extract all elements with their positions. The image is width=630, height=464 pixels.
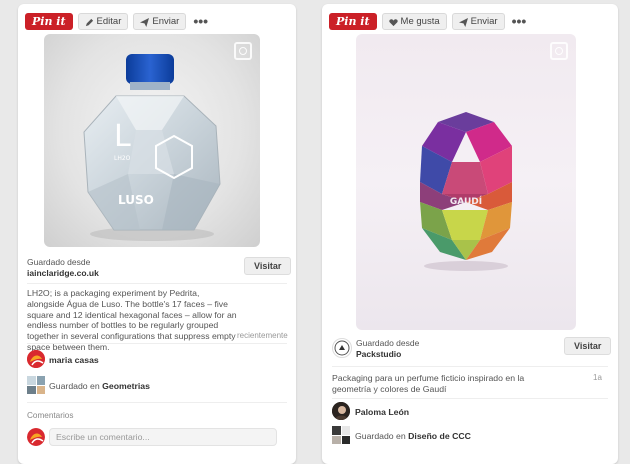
water-bottle-image: L LH2O LUSO: [83, 54, 221, 241]
pin-timestamp: 1a: [593, 373, 602, 382]
visit-button[interactable]: Visitar: [564, 337, 612, 355]
saved-in-board: Guardado en Geometrias: [49, 381, 150, 391]
pin-timestamp: recientemente: [237, 331, 288, 340]
user-name-link[interactable]: Paloma León: [355, 407, 409, 417]
pin-toolbar: Pin it Me gusta Enviar •••: [329, 11, 526, 31]
comment-input[interactable]: [49, 428, 277, 446]
send-button[interactable]: Enviar: [133, 12, 187, 30]
box-brand-text: GAUDÍ: [450, 195, 483, 207]
bottle-logo-text: L: [114, 119, 131, 154]
visit-button[interactable]: Visitar: [244, 257, 292, 275]
divider: [27, 402, 287, 403]
edit-button-label: Editar: [96, 15, 122, 27]
avatar[interactable]: [27, 350, 45, 368]
like-button[interactable]: Me gusta: [381, 12, 447, 30]
source-domain-link[interactable]: Packstudio: [356, 349, 419, 360]
board-name-link[interactable]: Geometrias: [102, 381, 150, 391]
send-button-label: Enviar: [470, 15, 498, 27]
pin-it-button[interactable]: Pin it: [329, 12, 377, 30]
comments-label: Comentarios: [27, 411, 74, 420]
source-domain-link[interactable]: iainclaridge.co.uk: [27, 268, 99, 279]
divider: [27, 283, 287, 284]
bottle-small-text: LH2O: [114, 155, 131, 162]
divider: [332, 398, 608, 399]
pin-toolbar: Pin it Editar Enviar •••: [25, 11, 208, 31]
avatar: [27, 428, 45, 446]
pin-card-1: Pin it Editar Enviar ••• L LH2O LUSO Gua…: [18, 4, 296, 464]
more-options-icon[interactable]: •••: [512, 14, 527, 28]
pencil-icon: [85, 17, 94, 26]
source-info: Guardado desde Packstudio: [356, 338, 419, 360]
bottle-brand-text: LUSO: [118, 193, 154, 207]
more-options-icon[interactable]: •••: [193, 14, 208, 28]
send-button-label: Enviar: [152, 15, 180, 27]
zoom-icon[interactable]: [550, 42, 568, 60]
send-icon: [140, 17, 150, 27]
divider: [27, 343, 287, 344]
pin-image[interactable]: GAUDÍ: [356, 34, 576, 330]
saved-from-label: Guardado desde: [356, 338, 420, 348]
edit-button[interactable]: Editar: [77, 12, 129, 30]
pin-card-2: Pin it Me gusta Enviar ••• GAUDÍ Guardad…: [322, 4, 618, 464]
source-info: Guardado desde iainclaridge.co.uk: [27, 257, 99, 279]
saved-in-board: Guardado en Diseño de CCC: [355, 431, 471, 441]
pin-it-button[interactable]: Pin it: [25, 12, 73, 30]
saved-from-label: Guardado desde: [27, 257, 91, 267]
board-thumbnail[interactable]: [27, 376, 45, 394]
avatar[interactable]: [332, 402, 350, 420]
board-name-link[interactable]: Diseño de CCC: [408, 431, 471, 441]
saved-in-label: Guardado en: [49, 381, 100, 391]
heart-icon: [388, 17, 398, 26]
send-icon: [458, 17, 468, 27]
source-logo-icon: [332, 338, 352, 358]
board-thumbnail[interactable]: [332, 426, 350, 444]
send-button[interactable]: Enviar: [451, 12, 505, 30]
user-name-link[interactable]: maria casas: [49, 355, 99, 365]
pin-description: Packaging para un perfume ficticio inspi…: [332, 373, 525, 394]
divider: [332, 366, 608, 367]
perfume-box-image: GAUDÍ: [420, 112, 512, 271]
like-button-label: Me gusta: [400, 15, 440, 27]
pin-image[interactable]: L LH2O LUSO: [44, 34, 260, 247]
saved-in-label: Guardado en: [355, 431, 406, 441]
zoom-icon[interactable]: [234, 42, 252, 60]
